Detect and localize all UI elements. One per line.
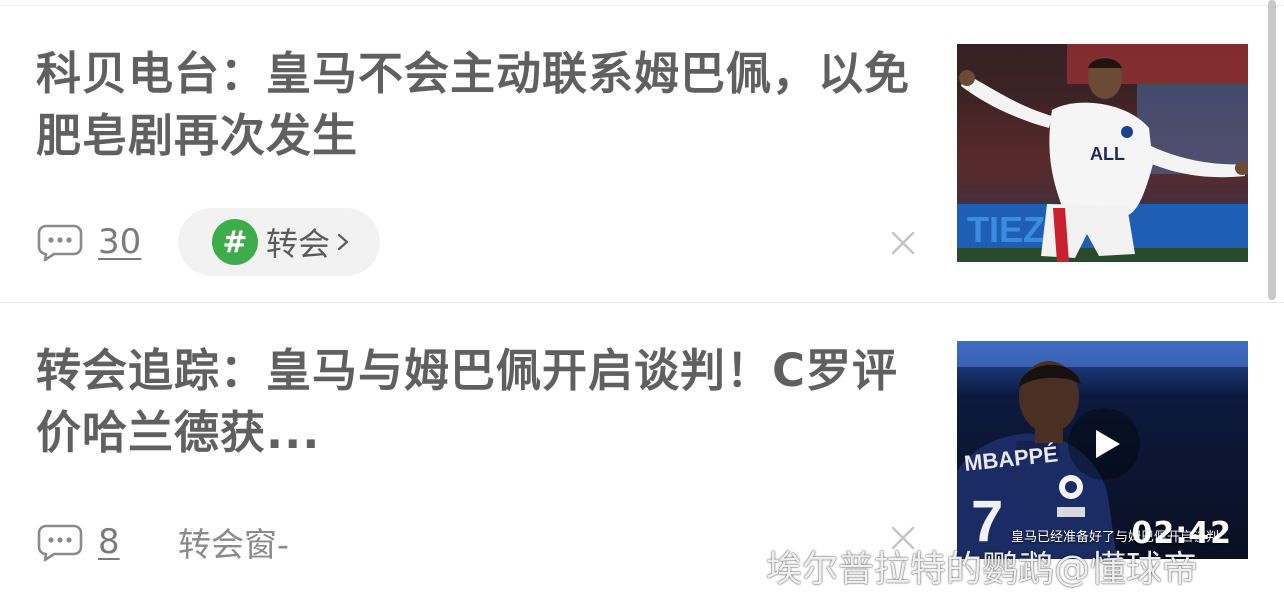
news-thumbnail[interactable]: TIEZO ALL	[957, 44, 1248, 262]
source-label[interactable]: 转会窗-	[178, 518, 289, 566]
comment-icon[interactable]	[36, 222, 84, 262]
news-meta: 8 转会窗-	[36, 508, 289, 576]
comment-count[interactable]: 8	[98, 522, 150, 562]
svg-text:ALL: ALL	[1090, 144, 1125, 164]
close-icon[interactable]	[890, 230, 916, 256]
thumbnail-photo: TIEZO ALL	[957, 44, 1248, 262]
video-thumbnail[interactable]: MBAPPÉ 7 皇马已经准备好了与姆巴佩开启谈判 02:42	[957, 341, 1248, 559]
comment-icon[interactable]	[36, 522, 84, 562]
play-icon[interactable]	[1067, 407, 1141, 481]
scrollbar[interactable]	[1268, 0, 1276, 300]
tag-label: 转会	[266, 225, 331, 263]
news-title[interactable]: 转会追踪：皇马与姆巴佩开启谈判！C罗评价哈兰德获...	[36, 340, 916, 464]
news-feed-screen: 科贝电台：皇马不会主动联系姆巴佩，以免肥皂剧再次发生 30 # 转会 TIEZO…	[0, 0, 1284, 602]
hashtag-icon: #	[212, 219, 258, 265]
news-card[interactable]: 科贝电台：皇马不会主动联系姆巴佩，以免肥皂剧再次发生 30 # 转会 TIEZO…	[0, 6, 1284, 302]
news-meta: 30 # 转会	[36, 208, 381, 276]
comment-count[interactable]: 30	[98, 222, 150, 262]
news-title[interactable]: 科贝电台：皇马不会主动联系姆巴佩，以免肥皂剧再次发生	[36, 43, 916, 167]
tag-transfer-button[interactable]: # 转会	[178, 208, 381, 276]
chevron-right-icon	[337, 233, 349, 251]
watermark: 埃尔普拉特的鹦鹉@懂球帝	[766, 549, 1199, 590]
